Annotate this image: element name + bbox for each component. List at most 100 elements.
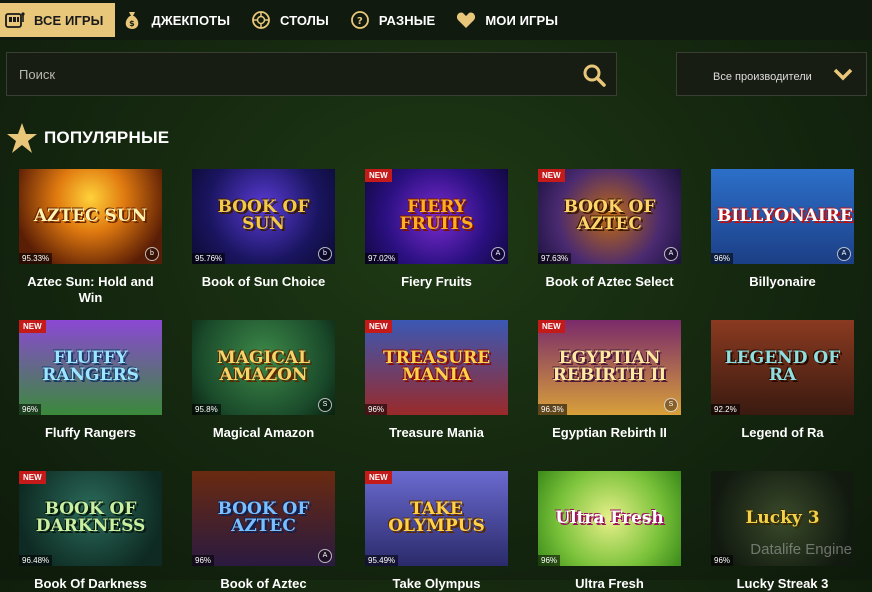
game-title[interactable]: Ultra Fresh bbox=[538, 576, 681, 592]
game-card[interactable]: FLUFFY RANGERS NEW 96% Fluffy Rangers bbox=[19, 320, 162, 441]
game-logo: TAKE OLYMPUS bbox=[388, 498, 485, 537]
star-icon bbox=[7, 123, 37, 153]
rtp-label: 96.3% bbox=[538, 404, 567, 415]
new-badge: NEW bbox=[19, 471, 46, 484]
provider-dropdown[interactable]: Все производители bbox=[676, 52, 867, 96]
game-thumbnail[interactable]: BOOK OF SUN 95.76% b bbox=[192, 169, 335, 264]
game-thumbnail[interactable]: TAKE OLYMPUS NEW 95.49% bbox=[365, 471, 508, 566]
game-logo: FLUFFY RANGERS bbox=[42, 347, 139, 386]
game-title[interactable]: Book of Aztec Select bbox=[538, 274, 681, 290]
rtp-label: 97.63% bbox=[538, 253, 572, 264]
game-thumbnail[interactable]: FIERY FRUITS NEW 97.02% A bbox=[365, 169, 508, 264]
rtp-label: 96% bbox=[365, 404, 388, 415]
rtp-label: 96% bbox=[19, 404, 42, 415]
rtp-label: 96% bbox=[711, 253, 734, 264]
game-thumbnail[interactable]: BOOK OF AZTEC NEW 97.63% A bbox=[538, 169, 681, 264]
provider-icon: S bbox=[664, 398, 678, 412]
game-thumbnail[interactable]: MAGICAL AMAZON 95.8% S bbox=[192, 320, 335, 415]
nav-all-games[interactable]: ВСЕ ИГРЫ bbox=[0, 3, 116, 37]
nav-label: МОИ ИГРЫ bbox=[485, 12, 559, 28]
game-title[interactable]: Book of Aztec bbox=[192, 576, 335, 592]
search-input[interactable] bbox=[7, 53, 567, 95]
money-bag-icon: $ bbox=[121, 9, 143, 31]
game-logo: BOOK OF AZTEC bbox=[563, 196, 656, 235]
game-card[interactable]: LEGEND OF RA 92.2% Legend of Ra bbox=[711, 320, 854, 441]
provider-icon: A bbox=[664, 247, 678, 261]
game-thumbnail[interactable]: BILLYONAIRE 96% A bbox=[711, 169, 854, 264]
game-card[interactable]: EGYPTIAN REBIRTH II NEW 96.3% S Egyptian Reb… bbox=[538, 320, 681, 441]
rtp-label: 97.02% bbox=[365, 253, 399, 264]
game-title[interactable]: Fluffy Rangers bbox=[19, 425, 162, 441]
game-card[interactable]: BOOK OF AZTEC NEW 97.63% A Book of Aztec Sel… bbox=[538, 169, 681, 290]
game-thumbnail[interactable]: AZTEC SUN 95.33% b bbox=[19, 169, 162, 264]
new-badge: NEW bbox=[538, 320, 565, 333]
new-badge: NEW bbox=[365, 471, 392, 484]
game-logo: FIERY FRUITS bbox=[399, 196, 474, 235]
rtp-label: 95.76% bbox=[192, 253, 226, 264]
game-logo: BOOK OF SUN bbox=[217, 196, 310, 235]
game-card[interactable]: TREASURE MANIA NEW 96% Treasure Mania bbox=[365, 320, 508, 441]
top-navigation: ВСЕ ИГРЫ $ ДЖЕКПОТЫ СТОЛЫ ? РАЗНЫЕ МОИ И… bbox=[0, 0, 872, 40]
game-thumbnail[interactable]: Ultra Fresh 96% bbox=[538, 471, 681, 566]
game-logo: LEGEND OF RA bbox=[724, 347, 841, 386]
game-title[interactable]: Magical Amazon bbox=[192, 425, 335, 441]
watermark: Datalife Engine bbox=[750, 541, 852, 558]
game-card[interactable]: AZTEC SUN 95.33% b Aztec Sun: Hold and Win bbox=[19, 169, 162, 306]
provider-icon: S bbox=[318, 398, 332, 412]
game-title[interactable]: Aztec Sun: Hold and Win bbox=[19, 274, 162, 306]
game-thumbnail[interactable]: LEGEND OF RA 92.2% bbox=[711, 320, 854, 415]
nav-label: СТОЛЫ bbox=[280, 12, 329, 28]
new-badge: NEW bbox=[365, 169, 392, 182]
game-card[interactable]: Ultra Fresh 96% Ultra Fresh bbox=[538, 471, 681, 592]
game-card[interactable]: BOOK OF AZTEC 96% A Book of Aztec bbox=[192, 471, 335, 592]
game-logo: AZTEC SUN bbox=[33, 205, 148, 226]
game-card[interactable]: MAGICAL AMAZON 95.8% S Magical Amazon bbox=[192, 320, 335, 441]
game-title[interactable]: Lucky Streak 3 bbox=[711, 576, 854, 592]
game-thumbnail[interactable]: TREASURE MANIA NEW 96% bbox=[365, 320, 508, 415]
game-title[interactable]: Book Of Darkness bbox=[19, 576, 162, 592]
game-title[interactable]: Legend of Ra bbox=[711, 425, 854, 441]
game-thumbnail[interactable]: FLUFFY RANGERS NEW 96% bbox=[19, 320, 162, 415]
game-card[interactable]: FIERY FRUITS NEW 97.02% A Fiery Fruits bbox=[365, 169, 508, 290]
game-logo: EGYPTIAN REBIRTH II bbox=[552, 347, 667, 386]
nav-my-games[interactable]: МОИ ИГРЫ bbox=[449, 3, 572, 37]
slot-machine-icon bbox=[4, 9, 26, 31]
nav-various[interactable]: ? РАЗНЫЕ bbox=[343, 3, 449, 37]
game-card[interactable]: BOOK OF SUN 95.76% b Book of Sun Choice bbox=[192, 169, 335, 290]
game-title[interactable]: Egyptian Rebirth II bbox=[538, 425, 681, 441]
roulette-icon bbox=[250, 9, 272, 31]
game-title[interactable]: Billyonaire bbox=[711, 274, 854, 290]
rtp-label: 92.2% bbox=[711, 404, 740, 415]
nav-jackpots[interactable]: $ ДЖЕКПОТЫ bbox=[115, 3, 244, 37]
game-logo: Lucky 3 bbox=[745, 507, 820, 528]
game-thumbnail[interactable]: BOOK OF DARKNESS NEW 96.48% bbox=[19, 471, 162, 566]
game-logo: BOOK OF AZTEC bbox=[217, 498, 310, 537]
rtp-label: 95.33% bbox=[19, 253, 53, 264]
svg-text:$: $ bbox=[130, 19, 136, 28]
game-logo: TREASURE MANIA bbox=[382, 347, 491, 386]
new-badge: NEW bbox=[538, 169, 565, 182]
game-title[interactable]: Treasure Mania bbox=[365, 425, 508, 441]
rtp-label: 96.48% bbox=[19, 555, 53, 566]
game-logo: Ultra Fresh bbox=[555, 507, 664, 528]
game-title[interactable]: Take Olympus bbox=[365, 576, 508, 592]
rtp-label: 96% bbox=[538, 555, 561, 566]
game-card[interactable]: BILLYONAIRE 96% A Billyonaire bbox=[711, 169, 854, 290]
game-title[interactable]: Book of Sun Choice bbox=[192, 274, 335, 290]
svg-text:?: ? bbox=[357, 16, 363, 27]
nav-tables[interactable]: СТОЛЫ bbox=[244, 3, 343, 37]
game-card[interactable]: TAKE OLYMPUS NEW 95.49% Take Olympus bbox=[365, 471, 508, 592]
game-thumbnail[interactable]: EGYPTIAN REBIRTH II NEW 96.3% S bbox=[538, 320, 681, 415]
section-title: ПОПУЛЯРНЫЕ bbox=[44, 128, 170, 147]
game-card[interactable]: BOOK OF DARKNESS NEW 96.48% Book Of Darknes… bbox=[19, 471, 162, 592]
dice-icon: ? bbox=[349, 9, 371, 31]
game-card[interactable]: Lucky 3 96% Lucky Streak 3 bbox=[711, 471, 854, 592]
game-thumbnail[interactable]: BOOK OF AZTEC 96% A bbox=[192, 471, 335, 566]
nav-label: ДЖЕКПОТЫ bbox=[151, 12, 231, 28]
game-title[interactable]: Fiery Fruits bbox=[365, 274, 508, 290]
game-logo: BOOK OF DARKNESS bbox=[35, 498, 146, 537]
search-box bbox=[6, 52, 617, 96]
provider-dropdown-label: Все производители bbox=[713, 71, 812, 83]
search-icon[interactable] bbox=[582, 63, 606, 87]
rtp-label: 95.49% bbox=[365, 555, 399, 566]
